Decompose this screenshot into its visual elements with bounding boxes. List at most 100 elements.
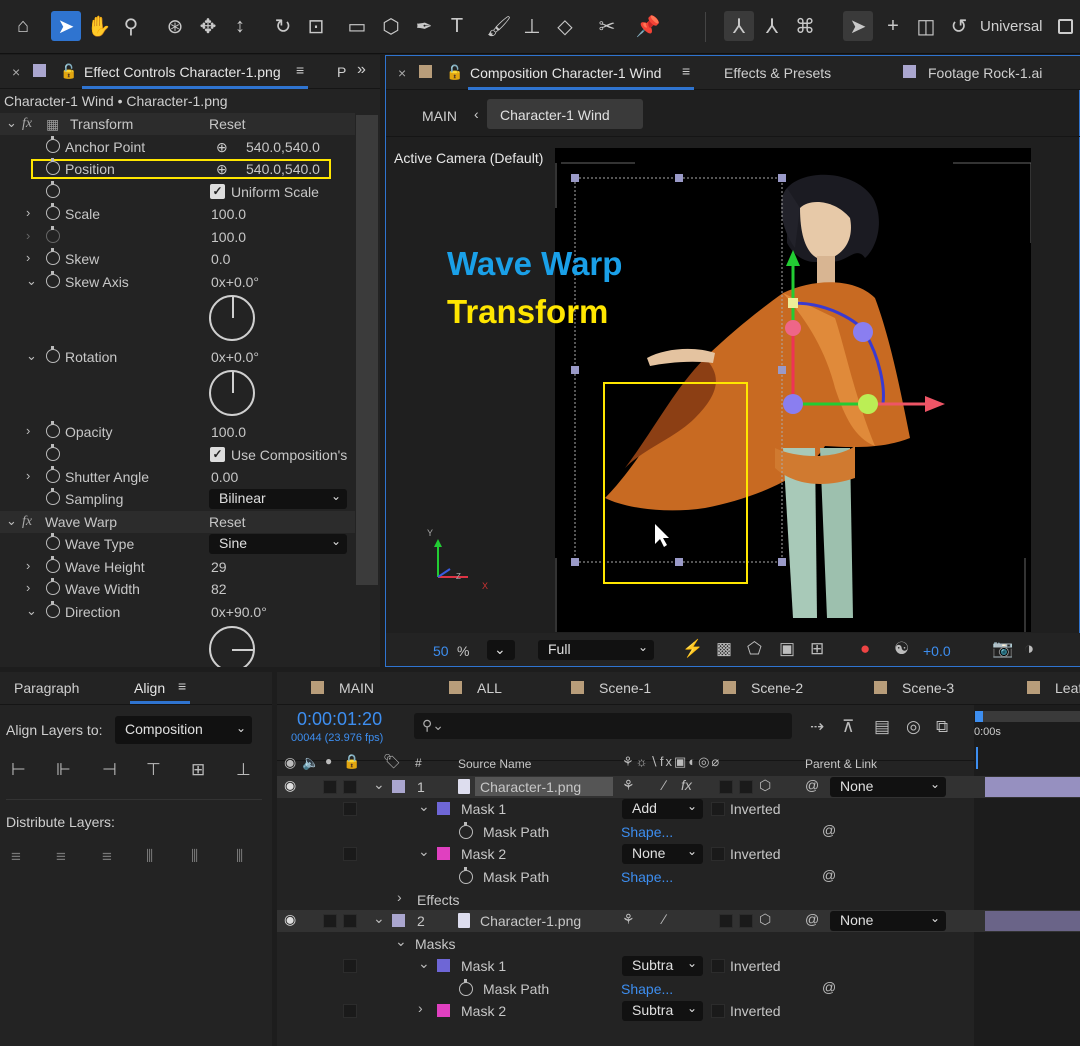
uniform-scale-checkbox[interactable]: ✓ — [210, 184, 225, 199]
mask-mode-dropdown[interactable]: Add ⌄ — [622, 799, 703, 819]
rotation-value[interactable]: 0x+0.0° — [211, 349, 259, 365]
mask-mode-dropdown[interactable]: Subtra ⌄ — [622, 1001, 703, 1021]
inverted-checkbox[interactable] — [711, 1004, 725, 1018]
timeline-tab[interactable]: Leaf — [1055, 680, 1080, 696]
chevron-down-icon[interactable]: ⌄ — [6, 513, 17, 529]
align-right-icon[interactable]: ⊣ — [102, 760, 117, 780]
type-tool-icon[interactable]: T — [442, 11, 472, 41]
timeline-tab[interactable]: MAIN — [339, 680, 374, 696]
inverted-checkbox[interactable] — [711, 959, 725, 973]
chevron-down-icon[interactable]: ⌄ — [26, 273, 37, 289]
3d-layer-icon[interactable]: ⬡ — [759, 777, 771, 794]
layer-name[interactable]: Character-1.png — [475, 777, 613, 796]
snap-box-icon[interactable]: ◫ — [911, 11, 941, 41]
timeline-tab[interactable]: ALL — [477, 680, 502, 696]
lock-icon[interactable]: 🔒 — [343, 753, 360, 770]
mask-color[interactable] — [437, 1004, 450, 1017]
scrollbar[interactable] — [356, 115, 378, 585]
solo-icon[interactable]: ● — [325, 754, 332, 768]
mask-row[interactable]: ⌄ Mask 2 None ⌄ Inverted — [277, 843, 1080, 865]
panel-overflow-icon[interactable]: » — [357, 61, 366, 79]
mask-name[interactable]: Mask 1 — [461, 801, 506, 817]
layer-duration-bar[interactable] — [985, 911, 1080, 931]
home-icon[interactable]: ⌂ — [8, 11, 38, 41]
tab-effects-presets[interactable]: Effects & Presets — [724, 65, 831, 81]
snap-select-icon[interactable]: ➤ — [843, 11, 873, 41]
tab-footage[interactable]: Footage Rock-1.ai — [928, 65, 1042, 81]
mask-path-row[interactable]: Mask Path Shape... @ — [277, 866, 1080, 888]
wave-height-value[interactable]: 29 — [211, 559, 227, 575]
stopwatch-icon[interactable] — [46, 466, 60, 483]
close-icon[interactable]: × — [398, 65, 406, 81]
pickwhip-icon[interactable]: @ — [822, 979, 836, 995]
align-to-dropdown[interactable]: Composition ⌄ — [115, 716, 252, 744]
align-top-icon[interactable]: ⊤ — [146, 760, 161, 780]
checkbox-icon[interactable] — [1058, 19, 1073, 34]
lock-icon[interactable]: 🔓 — [446, 64, 463, 81]
layer-row[interactable]: ◉ ⌄ 2 Character-1.png ⚘ ∕ ⬡ @ None ⌄ — [277, 910, 1080, 932]
close-icon[interactable]: × — [12, 64, 20, 80]
puppet-pin-icon[interactable]: 📌 — [633, 11, 663, 41]
chevron-right-icon[interactable]: › — [26, 468, 30, 483]
work-area-bar[interactable] — [975, 711, 1080, 722]
transparency-grid-icon[interactable]: ▩ — [716, 639, 732, 659]
rotate-tool-icon[interactable]: ↻ — [268, 11, 298, 41]
use-comp-checkbox[interactable]: ✓ — [210, 447, 225, 462]
label-color[interactable] — [392, 914, 405, 927]
mask-name[interactable]: Mask 1 — [461, 958, 506, 974]
switch-cell[interactable] — [739, 780, 753, 794]
quality-icon[interactable]: ∕ — [663, 777, 665, 793]
mask-path-row[interactable]: Mask Path Shape... @ — [277, 978, 1080, 1000]
timeline-tab[interactable]: Scene-2 — [751, 680, 803, 696]
stopwatch-icon[interactable] — [459, 822, 473, 839]
wave-warp-reset-link[interactable]: Reset — [209, 514, 246, 530]
eye-icon[interactable]: ◉ — [284, 754, 296, 771]
sampling-dropdown[interactable]: Bilinear ⌄ — [209, 489, 347, 509]
world-axis-icon[interactable]: ⅄ — [757, 11, 787, 41]
transform-reset-link[interactable]: Reset — [209, 116, 246, 132]
lock-toggle[interactable] — [343, 1004, 357, 1018]
shy-icon[interactable]: ⚘ — [622, 911, 635, 928]
guides-icon[interactable]: ⊞ — [810, 639, 824, 659]
crosshair-icon[interactable]: ⊕ — [216, 139, 228, 156]
mask-row[interactable]: ⌄ Mask 1 Add ⌄ Inverted — [277, 798, 1080, 820]
layer-name[interactable]: Character-1.png — [475, 911, 613, 930]
mask-mode-dropdown[interactable]: None ⌄ — [622, 844, 703, 864]
color-management-icon[interactable]: ☯ — [894, 639, 909, 659]
mask-color[interactable] — [437, 959, 450, 972]
crosshair-icon[interactable]: ⊕ — [216, 161, 228, 178]
skew-axis-dial[interactable] — [209, 295, 255, 341]
pickwhip-icon[interactable]: @ — [822, 867, 836, 883]
timecode[interactable]: 0:00:01:20 — [297, 709, 382, 730]
lock-toggle[interactable] — [343, 914, 357, 928]
tab-composition[interactable]: Composition Character-1 Wind — [470, 65, 661, 81]
stopwatch-icon[interactable] — [46, 601, 60, 618]
distribute-hcenter-icon[interactable]: ⫴ — [191, 847, 198, 867]
group-row[interactable]: ⌄ Masks — [277, 933, 1080, 955]
pickwhip-icon[interactable]: @ — [822, 822, 836, 838]
chevron-right-icon[interactable]: › — [397, 889, 402, 905]
chevron-right-icon[interactable]: › — [418, 1000, 423, 1016]
zoom-tool-icon[interactable]: ⚲ — [116, 11, 146, 41]
skew-value[interactable]: 0.0 — [211, 251, 230, 267]
distribute-left-icon[interactable]: ⫴ — [146, 847, 153, 867]
pickwhip-icon[interactable]: @ — [805, 911, 819, 927]
switch-cell[interactable] — [739, 914, 753, 928]
tab-partial[interactable]: P — [337, 64, 346, 80]
direction-dial[interactable] — [209, 626, 255, 667]
playhead[interactable] — [976, 747, 978, 769]
hand-tool-icon[interactable]: ✋ — [84, 11, 114, 41]
shutter-value[interactable]: 0.00 — [211, 469, 238, 485]
eraser-tool-icon[interactable]: ◇ — [550, 11, 580, 41]
panel-menu-icon[interactable]: ≡ — [296, 62, 304, 78]
stopwatch-icon[interactable] — [46, 533, 60, 550]
mask-name[interactable]: Mask 2 — [461, 846, 506, 862]
switch-cell[interactable] — [719, 780, 733, 794]
stopwatch-icon[interactable] — [46, 578, 60, 595]
mask-color[interactable] — [437, 802, 450, 815]
wave-type-dropdown[interactable]: Sine ⌄ — [209, 534, 347, 554]
align-bottom-icon[interactable]: ⊥ — [236, 760, 251, 780]
direction-value[interactable]: 0x+90.0° — [211, 604, 267, 620]
mask-row[interactable]: ⌄ Mask 1 Subtra ⌄ Inverted — [277, 955, 1080, 977]
stopwatch-icon[interactable] — [46, 203, 60, 220]
